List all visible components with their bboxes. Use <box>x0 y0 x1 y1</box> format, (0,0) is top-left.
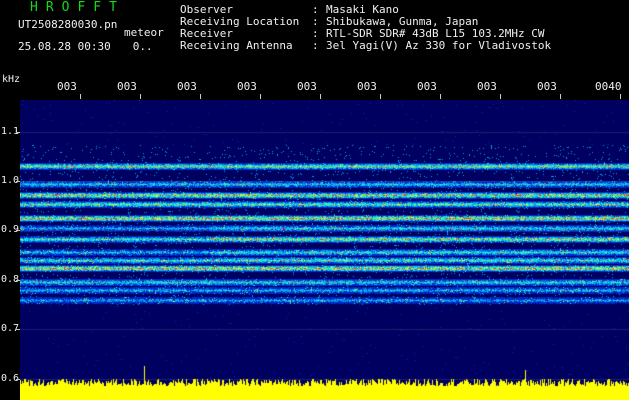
count-label: 0.. <box>132 40 153 53</box>
x-tick-label: 003 <box>237 80 257 93</box>
meta-colon: : <box>312 39 319 52</box>
meta-value: 3el Yagi(V) Az 330 for Vladivostok <box>326 39 552 52</box>
date-label: 25.08.28 <box>18 40 71 53</box>
y-tickmark <box>16 329 20 330</box>
brand-title: HROFFT <box>30 0 125 15</box>
meta-key: Receiving Antenna <box>180 39 293 52</box>
product-label: meteor <box>124 26 164 39</box>
x-tickmark <box>380 94 381 99</box>
time-label: 00:30 <box>77 40 111 53</box>
spectrogram-canvas <box>20 100 629 400</box>
y-tickmark <box>16 379 20 380</box>
y-tickmark <box>16 230 20 231</box>
x-tickmark <box>80 94 81 99</box>
meta-row-antenna: Receiving Antenna : 3el Yagi(V) Az 330 f… <box>180 40 551 52</box>
filename-label: UT2508280030.pn <box>18 18 118 31</box>
spectrogram-plot <box>20 100 629 400</box>
x-tick-label: 003 <box>57 80 77 93</box>
timestamp: 25.08.28 00:30 0.. <box>18 40 153 53</box>
y-axis-unit: kHz <box>2 74 21 85</box>
x-tick-label: 003 <box>357 80 377 93</box>
x-tick-label: 003 <box>417 80 437 93</box>
header: HROFFT UT2508280030.pn meteor 25.08.28 0… <box>0 0 629 80</box>
x-tickmark <box>440 94 441 99</box>
x-tick-label: 003 <box>297 80 317 93</box>
x-tick-label: 003 <box>177 80 197 93</box>
x-tick-label: 0040 <box>595 80 622 93</box>
x-tickmark <box>320 94 321 99</box>
x-tickmark <box>260 94 261 99</box>
y-tickmark <box>16 181 20 182</box>
x-tick-label: 003 <box>537 80 557 93</box>
x-tickmark <box>140 94 141 99</box>
x-tickmark <box>500 94 501 99</box>
y-tickmark <box>16 132 20 133</box>
station-info: Observer : Masaki Kano Receiving Locatio… <box>180 4 551 52</box>
x-tickmark <box>620 94 621 99</box>
y-tickmark <box>16 280 20 281</box>
x-tick-label: 003 <box>477 80 497 93</box>
x-tickmark <box>560 94 561 99</box>
x-tick-label: 003 <box>117 80 137 93</box>
x-tickmark <box>200 94 201 99</box>
